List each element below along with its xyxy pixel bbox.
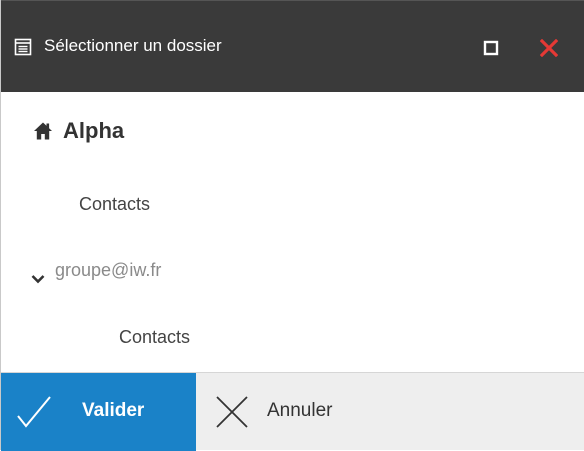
folder-list-icon bbox=[14, 38, 32, 56]
check-icon bbox=[15, 393, 53, 431]
chevron-down-icon[interactable] bbox=[31, 264, 45, 284]
maximize-button[interactable] bbox=[477, 34, 505, 62]
folder-select-dialog: Sélectionner un dossier Alpha Contacts g… bbox=[0, 0, 584, 451]
tree-item-label: Contacts bbox=[119, 327, 191, 347]
cancel-label: Annuler bbox=[267, 400, 333, 421]
validate-button[interactable]: Valider bbox=[1, 373, 196, 451]
folder-tree: Alpha Contacts groupe@iw.fr Contacts bbox=[1, 92, 584, 372]
tree-root-label: Alpha bbox=[63, 118, 125, 143]
dialog-title: Sélectionner un dossier bbox=[44, 36, 222, 55]
tree-item-group[interactable]: groupe@iw.fr bbox=[1, 254, 584, 286]
tree-item-contacts[interactable]: Contacts bbox=[1, 188, 584, 220]
dialog-titlebar: Sélectionner un dossier bbox=[1, 0, 584, 92]
maximize-icon bbox=[483, 40, 499, 56]
tree-item-label: Contacts bbox=[79, 194, 151, 214]
tree-item-group-contacts[interactable]: Contacts bbox=[1, 321, 584, 353]
home-icon bbox=[33, 121, 53, 141]
close-button[interactable] bbox=[535, 34, 563, 62]
cancel-button[interactable]: Annuler bbox=[196, 373, 386, 451]
close-icon bbox=[540, 39, 558, 57]
x-icon bbox=[213, 393, 251, 431]
dialog-footer: Valider Annuler bbox=[1, 372, 584, 451]
tree-item-label: groupe@iw.fr bbox=[55, 260, 162, 280]
validate-label: Valider bbox=[82, 400, 145, 421]
tree-root-item[interactable]: Alpha bbox=[1, 112, 584, 152]
